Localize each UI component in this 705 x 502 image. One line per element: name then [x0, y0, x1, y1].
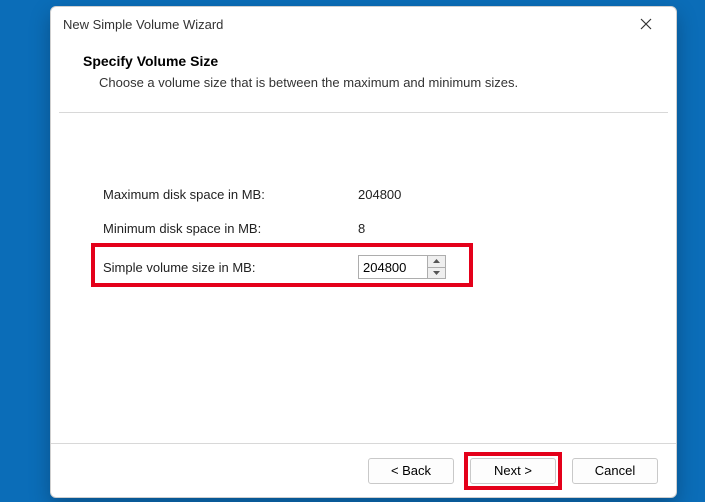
spinner-buttons [427, 256, 445, 278]
button-bar: < Back Next > Cancel [51, 443, 676, 497]
page-heading: Specify Volume Size [83, 53, 644, 69]
chevron-up-icon [433, 259, 440, 263]
cancel-button[interactable]: Cancel [572, 458, 658, 484]
wizard-window: New Simple Volume Wizard Specify Volume … [50, 6, 677, 498]
volume-size-spinner [358, 255, 446, 279]
close-button[interactable] [628, 10, 664, 38]
chevron-down-icon [433, 271, 440, 275]
spinner-up-button[interactable] [428, 256, 445, 268]
row-min-disk-space: Minimum disk space in MB: 8 [103, 221, 478, 236]
volume-size-input[interactable] [359, 256, 427, 278]
max-disk-label: Maximum disk space in MB: [103, 187, 358, 202]
content-area: Maximum disk space in MB: 204800 Minimum… [51, 113, 676, 443]
window-title: New Simple Volume Wizard [63, 17, 628, 32]
row-max-disk-space: Maximum disk space in MB: 204800 [103, 187, 478, 202]
min-disk-value: 8 [358, 221, 478, 236]
wizard-header: Specify Volume Size Choose a volume size… [51, 41, 676, 106]
volume-size-label: Simple volume size in MB: [103, 260, 358, 275]
back-button[interactable]: < Back [368, 458, 454, 484]
next-button[interactable]: Next > [470, 458, 556, 484]
max-disk-value: 204800 [358, 187, 478, 202]
page-subheading: Choose a volume size that is between the… [83, 75, 644, 90]
row-volume-size: Simple volume size in MB: [103, 253, 446, 281]
annotation-highlight-next-button: Next > [464, 452, 562, 490]
close-icon [640, 18, 652, 30]
titlebar: New Simple Volume Wizard [51, 7, 676, 41]
min-disk-label: Minimum disk space in MB: [103, 221, 358, 236]
spinner-down-button[interactable] [428, 268, 445, 279]
